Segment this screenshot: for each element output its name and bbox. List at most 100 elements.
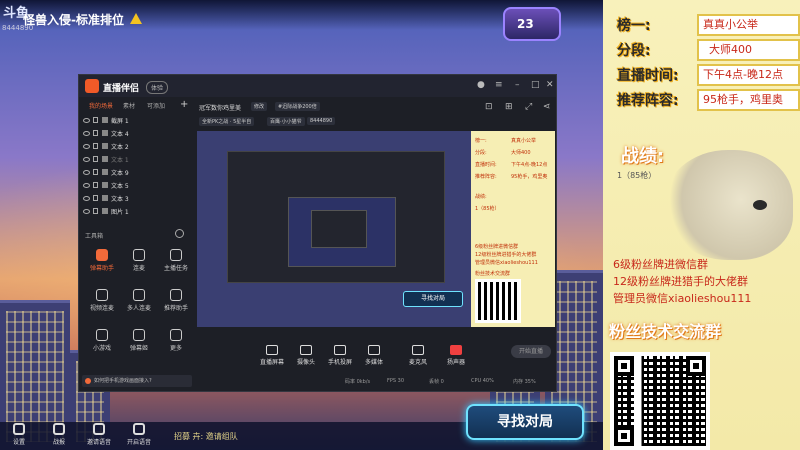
source-item[interactable]: 图片 1 — [83, 206, 191, 218]
tool-label: 主播任务 — [163, 265, 188, 272]
tool-label: 更多 — [169, 345, 182, 352]
microphone-button[interactable]: 麦克风 — [403, 345, 433, 366]
mini-game-icon — [96, 329, 108, 341]
close-icon[interactable]: ✕ — [546, 81, 555, 90]
find-match-button[interactable]: 寻找对局 — [466, 404, 584, 440]
eye-icon[interactable] — [83, 170, 90, 175]
phone-cast-button[interactable]: 手机投屏 — [325, 345, 355, 366]
microphone-icon — [412, 345, 424, 355]
source-type-icon — [102, 195, 108, 201]
toolbox-settings-icon[interactable] — [175, 229, 184, 238]
scene-edit-button[interactable]: 修改 — [251, 102, 268, 111]
lock-icon[interactable] — [93, 130, 98, 136]
share-icon[interactable]: ⋖ — [543, 103, 552, 112]
camera-button[interactable]: 摄像头 — [291, 345, 321, 366]
report-button[interactable]: 战报 — [42, 423, 76, 446]
status-item: 丢帧 0 — [429, 379, 444, 385]
lock-icon[interactable] — [93, 182, 98, 188]
lock-icon[interactable] — [93, 208, 98, 214]
timer-badge: 23 — [503, 7, 561, 41]
lock-icon[interactable] — [93, 117, 98, 123]
video-lianmai-icon — [96, 289, 108, 301]
mini-text: 推荐阵容: — [475, 174, 497, 180]
settings-button[interactable]: 设置 — [2, 423, 36, 446]
live-preview[interactable]: 寻找对局 榜一: 真真小公举 分段: 大师400 直播时间: 下午4点-晚12点… — [197, 131, 555, 327]
tab-scenes[interactable]: 我的场景 — [89, 101, 113, 110]
minimize-icon[interactable]: – — [515, 81, 524, 90]
control-label: 摄像头 — [296, 359, 315, 366]
eye-icon[interactable] — [83, 144, 90, 149]
tab-addable[interactable]: 可添加 — [147, 101, 165, 110]
mini-text: 榜一: — [475, 138, 487, 144]
source-item[interactable]: 文本 4 — [83, 128, 191, 140]
group-line: 6级粉丝牌进微信群 — [613, 258, 708, 271]
eye-icon[interactable] — [83, 131, 90, 136]
tool-label: 弹幕助手 — [89, 265, 114, 272]
source-item[interactable]: 文本 3 — [83, 193, 191, 205]
lock-icon[interactable] — [93, 156, 98, 162]
mini-text: 1（85枪） — [475, 206, 500, 212]
multimedia-button[interactable]: 多媒体 — [359, 345, 389, 366]
scene-name: 冠军数你鸡里美 — [199, 105, 242, 112]
lock-icon[interactable] — [93, 143, 98, 149]
group-line: 管理员微信xiaolieshou111 — [613, 292, 752, 305]
tip-banner[interactable]: 如何把手机游戏画面接入? — [82, 375, 192, 387]
open-voice-button[interactable]: 开启语音 — [122, 423, 156, 446]
eye-icon[interactable] — [83, 157, 90, 162]
speaker-button[interactable]: 扬声器 — [441, 345, 471, 366]
eye-icon[interactable] — [83, 118, 90, 123]
multi-lianmai-icon — [133, 289, 145, 301]
tool-multi-lianmai[interactable]: 多人连麦 — [122, 289, 156, 312]
nested-preview — [288, 197, 396, 267]
qr-code — [610, 352, 710, 450]
danmu-helper-icon — [96, 249, 108, 261]
lock-icon[interactable]: ⊡ — [485, 103, 494, 112]
add-source-button[interactable]: + — [180, 99, 188, 110]
screen-capture-button[interactable]: 直播屏幕 — [257, 345, 287, 366]
scene-bar: 冠军数你鸡里美 修改 #迅际战争200倍 全新PK之战 · 5星半自 百鹰·小小… — [195, 99, 557, 131]
invite-team[interactable]: 招募 卉: 邀请组队 — [174, 431, 238, 442]
invite-voice-button[interactable]: 邀请语音 — [82, 423, 116, 446]
tab-materials[interactable]: 素材 — [123, 101, 135, 110]
source-type-icon — [102, 117, 108, 123]
tool-label: 小游戏 — [92, 345, 111, 352]
speaker-icon — [450, 345, 462, 355]
fullscreen-icon[interactable]: ⤢ — [525, 103, 534, 112]
avatar-icon[interactable]: ● — [477, 81, 486, 90]
lock-icon[interactable] — [93, 169, 98, 175]
menu-icon[interactable]: ≡ — [495, 81, 504, 90]
source-item[interactable]: 文本 1 — [83, 154, 191, 166]
start-live-button[interactable]: 开始直播 — [511, 345, 551, 358]
scene-tag[interactable]: #迅际战争200倍 — [275, 102, 320, 111]
tool-lianmai[interactable]: 连麦 — [122, 249, 156, 272]
tool-anchor-task[interactable]: 主播任务 — [159, 249, 193, 272]
source-item[interactable]: 文本 2 — [83, 141, 191, 153]
camera-icon — [300, 345, 312, 355]
recommend-helper-icon — [170, 289, 182, 301]
control-label: 手机投屏 — [327, 359, 352, 366]
mini-text: 12级粉丝牌进猎手的大佬群 — [475, 252, 537, 258]
tool-danmu-ji[interactable]: 弹幕姬 — [122, 329, 156, 352]
tool-recommend-helper[interactable]: 推荐助手 — [159, 289, 193, 312]
maximize-icon[interactable]: □ — [531, 81, 540, 90]
eye-icon[interactable] — [83, 209, 90, 214]
mascot-image — [663, 150, 793, 260]
anchor-task-icon — [170, 249, 182, 261]
source-item[interactable]: 文本 9 — [83, 167, 191, 179]
status-item: 码率 0kb/s — [345, 379, 371, 385]
source-item[interactable]: 截屏 1 — [83, 115, 191, 127]
mini-text: 粉丝技术交流群 — [475, 271, 511, 277]
eye-icon[interactable] — [83, 196, 90, 201]
layout-icon[interactable]: ⊞ — [505, 103, 514, 112]
tool-mini-game[interactable]: 小游戏 — [85, 329, 119, 352]
source-list: 截屏 1 文本 4 文本 2 文本 1 文本 9 文本 5 文本 3 图片 1 — [79, 115, 195, 225]
eye-icon[interactable] — [83, 183, 90, 188]
lineup-value: 95枪手，鸡里奥 — [697, 89, 800, 111]
lineup-label: 推荐阵容: — [617, 93, 679, 109]
tool-video-lianmai[interactable]: 视频连麦 — [85, 289, 119, 312]
lock-icon[interactable] — [93, 195, 98, 201]
source-item[interactable]: 文本 5 — [83, 180, 191, 192]
mini-text: 6级粉丝牌进微信群 — [475, 244, 519, 250]
tool-more[interactable]: 更多 — [159, 329, 193, 352]
tool-danmu-helper[interactable]: 弹幕助手 — [85, 249, 119, 272]
